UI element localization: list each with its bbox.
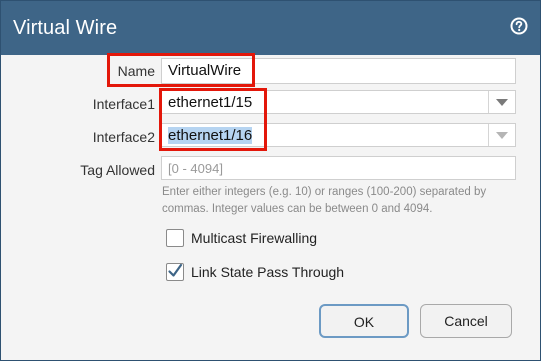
chevron-down-icon [496,99,508,106]
tag-allowed-hint: Enter either integers (e.g. 10) or range… [162,186,487,215]
interface1-select[interactable]: ethernet1/15 [161,90,516,114]
multicast-firewalling-checkbox[interactable] [166,229,184,247]
interface1-label: Interface1 [92,96,155,112]
chevron-down-icon [496,132,508,139]
link-state-pass-through-checkbox[interactable] [166,263,184,281]
dialog-title: Virtual Wire [13,17,118,39]
name-input[interactable]: VirtualWire [161,58,516,84]
interface2-dropdown-button[interactable] [488,124,515,146]
interface2-select[interactable]: ethernet1/16 [161,123,516,147]
dialog-titlebar: Virtual Wire [1,1,540,55]
tag-allowed-label: Tag Allowed [80,162,155,178]
virtual-wire-dialog: Virtual Wire Name VirtualWire Interface1… [0,0,541,361]
cancel-button[interactable]: Cancel [420,304,512,338]
help-icon[interactable] [510,17,528,35]
tag-allowed-input[interactable]: [0 - 4094] [161,156,516,180]
multicast-firewalling-label: Multicast Firewalling [191,230,318,246]
name-label: Name [117,63,155,79]
ok-button[interactable]: OK [319,304,409,338]
name-value: VirtualWire [168,62,242,79]
checkmark-icon [168,263,183,277]
interface1-dropdown-button[interactable] [488,91,515,113]
interface2-label: Interface2 [92,129,155,145]
tag-allowed-placeholder: [0 - 4094] [168,161,223,176]
interface1-value: ethernet1/15 [168,94,253,111]
link-state-pass-through-label: Link State Pass Through [191,264,345,280]
interface2-value: ethernet1/16 [168,127,253,144]
